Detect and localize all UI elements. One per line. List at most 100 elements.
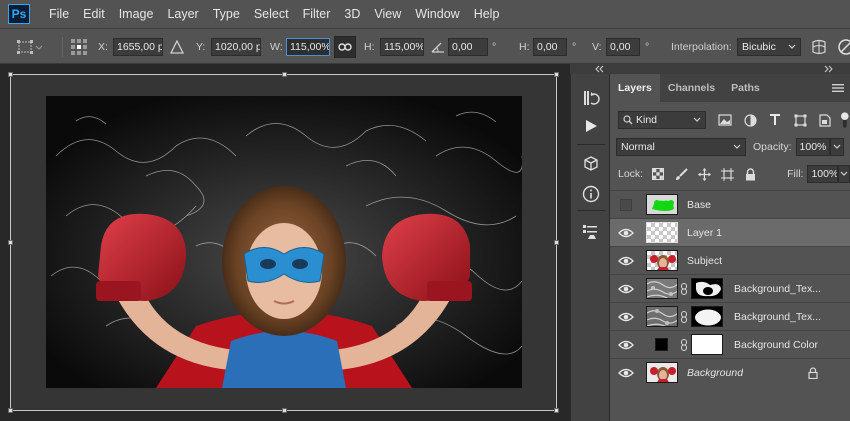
eye-icon[interactable] [618,225,634,241]
menu-select[interactable]: Select [247,7,296,21]
layer-thumbnail-photo [646,250,678,271]
lock-image-pixels-button[interactable] [672,165,690,183]
layer-row-background[interactable]: Background [610,358,850,386]
eye-icon[interactable] [618,281,634,297]
reference-point-locator[interactable] [70,29,88,65]
menu-help[interactable]: Help [467,7,507,21]
menu-file[interactable]: File [42,7,76,21]
canvas-area[interactable] [0,64,570,421]
opacity-slider-button[interactable] [829,138,844,156]
layer-row-background-texture-1[interactable]: Background_Tex... [610,274,850,302]
eye-icon[interactable] [618,309,634,325]
transform-handle-bottom-left[interactable] [8,408,13,413]
layer-mask-link-icon[interactable] [681,311,687,323]
layer-row-background-texture-2[interactable]: Background_Tex... [610,302,850,330]
chevron-down-icon [694,117,701,122]
blend-mode-select[interactable]: Normal [616,138,746,156]
panel-menu-icon[interactable] [832,83,844,93]
transform-handle-top-right[interactable] [554,72,559,77]
interpolation-select[interactable]: Bicubic [737,38,801,56]
green-blob-thumbnail [647,195,677,214]
relative-position-icon[interactable] [170,40,184,54]
options-bar: X: 1655,00 px Y: 1020,00 px W: 115,00% H… [0,28,850,64]
chevron-down-icon [840,171,848,176]
maintain-aspect-ratio-button[interactable] [334,36,356,58]
eye-icon[interactable] [618,253,634,269]
lock-transparent-pixels-button[interactable] [649,165,667,183]
photoshop-logo: Ps [8,4,30,24]
eye-icon[interactable] [618,365,634,381]
menu-window[interactable]: Window [408,7,466,21]
transform-handle-bottom-right[interactable] [554,408,559,413]
menu-filter[interactable]: Filter [296,7,338,21]
collapse-left-icon[interactable] [594,65,604,73]
filter-adjustment-layers-button[interactable] [741,111,759,129]
menu-type[interactable]: Type [206,7,247,21]
lock-position-button[interactable] [695,165,713,183]
cancel-transform-icon[interactable] [838,39,850,55]
layer-row-layer-1[interactable]: Layer 1 [610,218,850,246]
filter-smart-objects-button[interactable] [816,111,834,129]
history-panel-button[interactable] [581,88,601,108]
fill-input[interactable]: 100% [807,165,838,183]
x-label: X: [98,41,108,53]
layer-mask-thumbnail[interactable] [691,334,723,355]
filter-toggle-icon[interactable] [840,111,850,129]
rotate-input[interactable]: 0,00 [448,38,488,56]
menu-edit[interactable]: Edit [76,7,112,21]
menu-view[interactable]: View [367,7,408,21]
menu-3d[interactable]: 3D [337,7,367,21]
transform-handle-top-left[interactable] [8,72,13,77]
lock-label: Lock: [618,168,644,180]
fill-color-swatch [655,338,668,351]
transform-handle-top[interactable] [282,72,287,77]
collapse-right-icon[interactable] [824,65,834,73]
layer-mask-link-icon[interactable] [681,339,687,351]
filter-pixel-layers-button[interactable] [716,111,734,129]
move-icon [697,167,711,181]
fill-slider-button[interactable] [837,165,850,183]
h-label: H: [364,41,375,53]
play-icon [586,120,597,132]
tab-channels[interactable]: Channels [660,74,723,102]
y-position-input[interactable]: 1020,00 px [211,38,261,56]
3d-panel-button[interactable] [581,154,601,174]
layer-mask-thumbnail[interactable] [691,306,723,327]
cube-icon [584,156,598,171]
vskew-label: V: [592,41,602,53]
x-position-input[interactable]: 1655,00 px [113,38,163,56]
menu-layer[interactable]: Layer [160,7,205,21]
layer-row-background-color[interactable]: Background Color [610,330,850,358]
lock-all-button[interactable] [741,165,759,183]
layer-row-base[interactable]: Base [610,190,850,218]
lock-icon [745,167,755,180]
tool-preset-picker[interactable] [6,29,42,65]
filter-kind-select[interactable]: Kind [618,111,707,129]
menu-image[interactable]: Image [112,7,161,21]
eye-icon[interactable] [618,337,634,353]
visibility-toggle-off[interactable] [620,199,632,211]
lock-artboard-button[interactable] [718,165,736,183]
transform-handle-bottom[interactable] [282,408,287,413]
opacity-input[interactable]: 100% [795,138,830,156]
vertical-skew-input[interactable]: 0,00 [606,38,640,56]
transform-bounding-box[interactable] [8,72,559,413]
layer-mask-link-icon[interactable] [681,283,687,295]
warp-toggle-icon[interactable] [810,38,828,56]
filter-shape-layers-button[interactable] [791,111,809,129]
layer-name: Subject [687,255,723,267]
filter-type-layers-button[interactable] [766,111,784,129]
transform-handle-left[interactable] [8,240,13,245]
tab-layers[interactable]: Layers [610,74,660,102]
width-input[interactable]: 115,00% [286,38,330,56]
height-input[interactable]: 115,00% [380,38,424,56]
info-panel-button[interactable] [581,184,601,204]
layer-mask-thumbnail[interactable] [691,278,723,299]
horizontal-skew-input[interactable]: 0,00 [533,38,567,56]
rotate-degree-symbol: ° [492,41,497,53]
tab-paths[interactable]: Paths [723,74,768,102]
actions-panel-button[interactable] [581,116,601,136]
properties-panel-button[interactable] [581,222,601,242]
transform-handle-right[interactable] [554,240,559,245]
layer-row-subject[interactable]: Subject [610,246,850,274]
